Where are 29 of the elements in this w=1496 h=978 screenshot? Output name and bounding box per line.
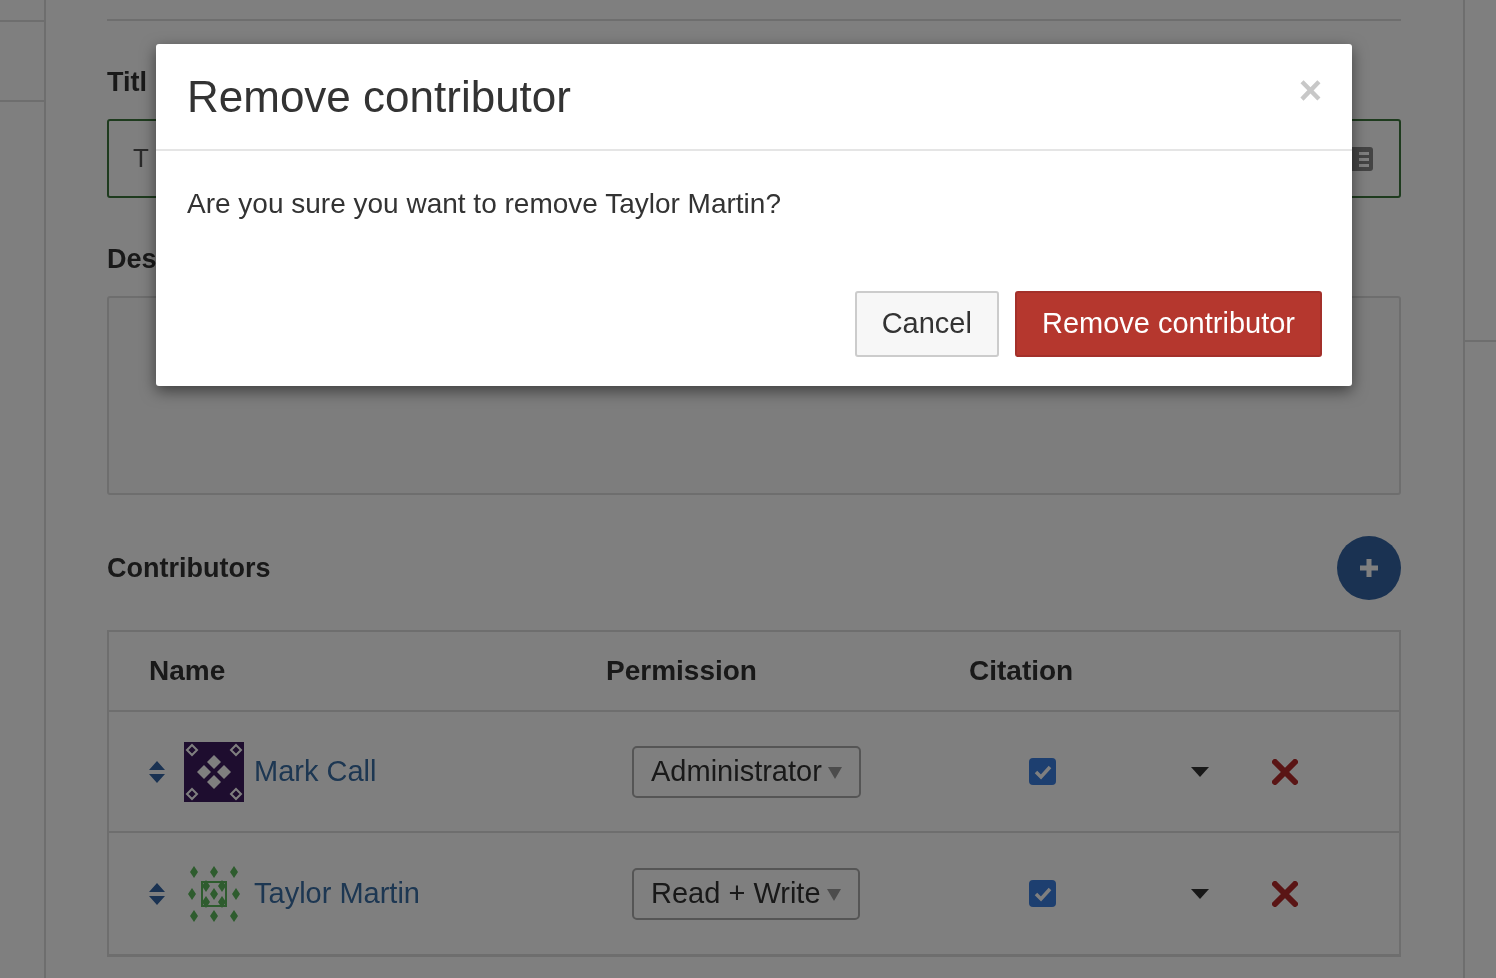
check-icon (1033, 763, 1052, 780)
citation-checkbox[interactable] (1029, 880, 1056, 907)
dialog-message: Are you sure you want to remove Taylor Martin? (187, 187, 782, 221)
sort-handle-icon[interactable] (148, 759, 166, 784)
remove-x-icon[interactable] (1272, 880, 1298, 907)
column-header: Permission (606, 654, 758, 688)
contributor-name-link[interactable]: Taylor Martin (254, 871, 632, 916)
remove-x-icon[interactable] (1272, 758, 1298, 785)
caret-down-icon[interactable] (1191, 888, 1209, 899)
contributors-heading: Contributors (107, 551, 271, 585)
caret-icon (826, 886, 841, 901)
cancel-button[interactable]: Cancel (854, 291, 999, 357)
plus-icon (1358, 557, 1380, 579)
avatar-pattern-icon (184, 741, 244, 802)
permission-select[interactable]: Administrator (632, 745, 861, 798)
title-label: Titl (107, 66, 147, 99)
caret-down-icon[interactable] (1191, 766, 1209, 777)
description-label: Des (107, 243, 157, 276)
citation-checkbox[interactable] (1029, 758, 1056, 785)
caret-icon (827, 764, 842, 779)
sort-handle-icon[interactable] (148, 881, 166, 906)
column-header: Citation (969, 654, 1074, 688)
permission-select[interactable]: Read + Write (632, 867, 860, 920)
column-header: Name (149, 654, 227, 688)
contributor-name-link[interactable]: Mark Call (254, 749, 632, 794)
title-value: T (133, 142, 149, 175)
dialog-title: Remove contributor (187, 70, 571, 123)
remove-button[interactable]: Remove contributor (1014, 291, 1322, 357)
check-icon (1033, 885, 1052, 902)
